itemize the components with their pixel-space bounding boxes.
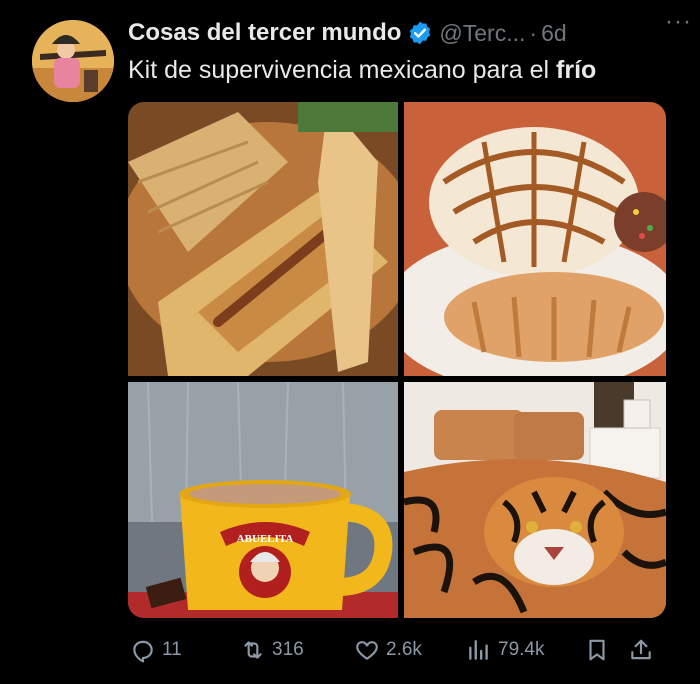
tiger-blanket-bed-photo[interactable] (404, 382, 666, 618)
tweet-text: Kit de supervivencia mexicano para el fr… (128, 56, 596, 85)
abuelita-chocolate-mug-photo[interactable]: ABUELITA (128, 382, 398, 618)
author-name[interactable]: Cosas del tercer mundo (128, 19, 401, 47)
bookmark-icon (589, 639, 605, 661)
like-count: 2.6k (386, 639, 422, 660)
retweet-button[interactable]: 316 (240, 632, 304, 668)
more-options-icon[interactable]: ··· (665, 8, 692, 36)
avatar-illustration-icon (32, 20, 114, 102)
tweet-actions: 11 316 2.6k 79.4k (128, 632, 680, 668)
views-chart-icon (469, 640, 488, 660)
reply-count: 11 (162, 639, 182, 660)
tweet-timestamp[interactable]: 6d (541, 20, 567, 47)
views-count: 79.4k (498, 639, 545, 660)
tweet-header: Cosas del tercer mundo @Terc... · 6d (128, 16, 680, 50)
reply-icon (133, 640, 153, 663)
share-icon (631, 639, 651, 660)
tamales-photo[interactable] (128, 102, 398, 376)
bookmark-button[interactable] (584, 632, 616, 668)
mug-label: ABUELITA (237, 533, 294, 545)
retweet-icon (244, 641, 262, 659)
heart-icon (356, 641, 378, 660)
like-button[interactable]: 2.6k (354, 632, 422, 668)
media-grid: ABUELITA (128, 102, 666, 618)
share-button[interactable] (628, 632, 660, 668)
conchas-bread-photo[interactable] (404, 102, 666, 376)
verified-badge-icon (407, 20, 433, 46)
author-handle[interactable]: @Terc... (439, 20, 525, 47)
views-button[interactable]: 79.4k (466, 632, 544, 668)
reply-button[interactable]: 11 (130, 632, 182, 668)
tweet-text-bold: frío (556, 56, 597, 84)
avatar[interactable] (32, 20, 114, 102)
retweet-count: 316 (272, 639, 304, 660)
tweet-text-main: Kit de supervivencia mexicano para el (128, 56, 557, 84)
separator-dot: · (529, 19, 538, 46)
